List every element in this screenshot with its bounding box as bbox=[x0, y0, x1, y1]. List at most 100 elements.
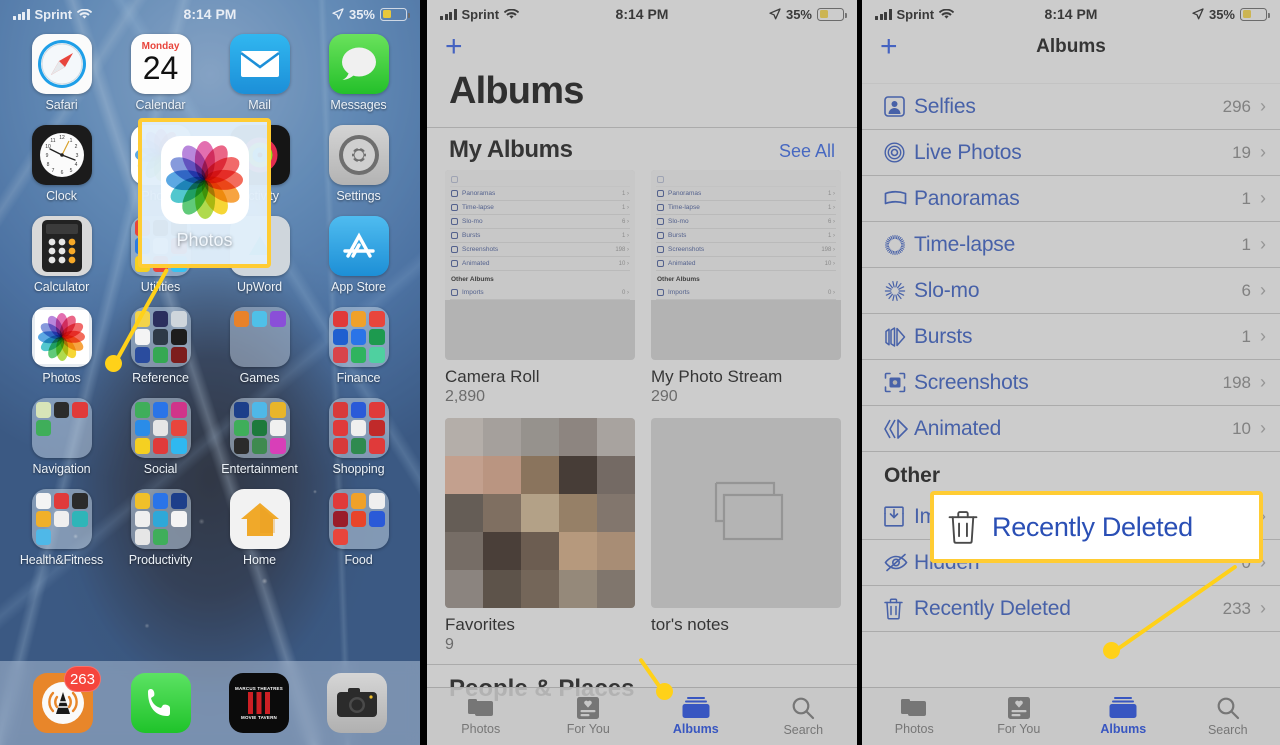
album-row-selfies[interactable]: Selfies 296 › bbox=[862, 84, 1280, 130]
mini-album-count: 198 › bbox=[821, 246, 835, 253]
mini-album-list-screenshot: Panoramas 1 › Time-lapse 1 › Slo-mo 6 › Bursts… bbox=[651, 170, 841, 300]
battery-percent-label: 35% bbox=[1208, 6, 1235, 22]
calendar-icon: Monday 24 bbox=[130, 34, 191, 94]
photos-album-list-panel: Sprint 8:14 PM 35% + Albums Selfies 296 … bbox=[862, 0, 1280, 745]
app-messages[interactable]: Messages bbox=[309, 34, 408, 112]
search-icon bbox=[1216, 696, 1240, 720]
my-albums-section-header: My Albums See All bbox=[427, 127, 857, 170]
album-row-slo-mo[interactable]: Slo-mo 6 › bbox=[862, 268, 1280, 314]
mini-album-name: Bursts bbox=[668, 232, 687, 239]
albums-icon bbox=[682, 697, 710, 719]
location-arrow-icon bbox=[1192, 8, 1204, 20]
dock-app-camera[interactable] bbox=[327, 673, 387, 733]
album-row-live-photos[interactable]: Live Photos 19 › bbox=[862, 130, 1280, 176]
live-photos-icon bbox=[884, 142, 914, 163]
tab-search[interactable]: Search bbox=[750, 688, 858, 745]
album-row-bursts[interactable]: Bursts 1 › bbox=[862, 314, 1280, 360]
app-folder-shopping[interactable]: Shopping bbox=[309, 398, 408, 476]
photo-stream-placeholder-icon bbox=[651, 418, 841, 608]
tab-photos[interactable]: Photos bbox=[427, 688, 535, 745]
mini-album-count: 198 › bbox=[615, 246, 629, 253]
other-section-header: Other bbox=[884, 464, 941, 487]
dock-app-phone[interactable] bbox=[131, 673, 191, 733]
safari-icon bbox=[31, 34, 92, 94]
mini-album-name: Panoramas bbox=[668, 190, 702, 197]
nav-bar: + bbox=[427, 28, 857, 62]
album-name: Camera Roll bbox=[445, 367, 540, 386]
app-label: App Store bbox=[331, 280, 386, 294]
mini-album-icon bbox=[657, 204, 664, 211]
mini-album-row: Slo-mo 6 › bbox=[656, 215, 836, 229]
mini-album-icon bbox=[451, 232, 458, 239]
mini-album-name: Time-lapse bbox=[668, 204, 700, 211]
mini-album-row: Imports 0 › bbox=[656, 286, 836, 300]
album-row-screenshots[interactable]: Screenshots 198 › bbox=[862, 360, 1280, 406]
mini-album-count: 6 › bbox=[827, 218, 835, 225]
album-thumbnail bbox=[651, 418, 841, 608]
app-settings[interactable]: Settings bbox=[309, 125, 408, 203]
album-count: 296 bbox=[1222, 96, 1251, 116]
location-arrow-icon bbox=[332, 8, 344, 20]
app-folder-games[interactable]: Games bbox=[210, 307, 309, 385]
album-row-time-lapse[interactable]: Time-lapse 1 › bbox=[862, 222, 1280, 268]
album-row-panoramas[interactable]: Panoramas 1 › bbox=[862, 176, 1280, 222]
messages-icon bbox=[328, 34, 389, 94]
dock-app-scanner[interactable]: 263 bbox=[33, 666, 101, 733]
tab-for-you[interactable]: For You bbox=[535, 688, 643, 745]
tab-search[interactable]: Search bbox=[1176, 688, 1280, 745]
app-label: Calendar bbox=[135, 98, 186, 112]
album-name: tor's notes bbox=[651, 615, 729, 634]
tab-albums[interactable]: Albums bbox=[1071, 688, 1176, 745]
album-count: 19 bbox=[1232, 142, 1251, 162]
nav-bar: + Albums bbox=[862, 28, 1280, 64]
app-folder-entertainment[interactable]: Entertainment bbox=[210, 398, 309, 476]
callout-label: Recently Deleted bbox=[992, 511, 1193, 542]
tab-photos[interactable]: Photos bbox=[862, 688, 967, 745]
app-folder-productivity[interactable]: Productivity bbox=[111, 489, 210, 567]
mini-album-row: Time-lapse 1 › bbox=[656, 201, 836, 215]
mini-album-row: Animated 10 › bbox=[450, 257, 630, 271]
screenshots-icon bbox=[884, 372, 914, 393]
tab-label: Search bbox=[1207, 723, 1248, 737]
app-folder-food[interactable]: Food bbox=[309, 489, 408, 567]
app-safari[interactable]: Safari bbox=[12, 34, 111, 112]
app-clock[interactable]: 12 3 6 9 12 45 7 8 10 11 Clock bbox=[12, 125, 111, 203]
album-count: 9 bbox=[445, 636, 454, 653]
list-row-partial bbox=[862, 64, 1280, 84]
calendar-date: 24 bbox=[142, 50, 179, 87]
mini-album-icon bbox=[451, 246, 458, 253]
album-card[interactable]: Panoramas 1 › Time-lapse 1 › Slo-mo 6 › Bursts… bbox=[651, 170, 841, 406]
mini-album-count: 1 › bbox=[827, 232, 835, 239]
app-folder-finance[interactable]: Finance bbox=[309, 307, 408, 385]
battery-percent-label: 35% bbox=[785, 6, 812, 22]
app-calculator[interactable]: Calculator bbox=[12, 216, 111, 294]
app-app-store[interactable]: App Store bbox=[309, 216, 408, 294]
add-album-button[interactable]: + bbox=[445, 30, 463, 63]
app-mail[interactable]: Mail bbox=[210, 34, 309, 112]
album-card[interactable]: Favorites 9 bbox=[445, 418, 635, 654]
app-calendar[interactable]: Monday 24 Calendar bbox=[111, 34, 210, 112]
callout-label: Photos bbox=[176, 229, 233, 250]
app-folder-health[interactable]: Health&Fitness bbox=[12, 489, 111, 567]
app-folder-navigation[interactable]: Navigation bbox=[12, 398, 111, 476]
dock-app-marcus-theatres[interactable]: MARCUS THEATRES MOVIE TAVERN bbox=[229, 673, 289, 733]
app-photos-2[interactable]: Photos bbox=[12, 307, 111, 385]
app-folder-social[interactable]: Social bbox=[111, 398, 210, 476]
selfies-icon bbox=[884, 96, 914, 117]
album-row-animated[interactable]: Animated 10 › bbox=[862, 406, 1280, 452]
mini-album-name: Animated bbox=[668, 260, 696, 267]
tab-label: Photos bbox=[461, 722, 501, 736]
search-icon bbox=[791, 696, 815, 720]
album-card[interactable]: tor's notes bbox=[651, 418, 841, 654]
status-bar: Sprint 8:14 PM 35% bbox=[0, 0, 420, 28]
app-home[interactable]: Home bbox=[210, 489, 309, 567]
tab-for-you[interactable]: For You bbox=[967, 688, 1072, 745]
album-row-recently-deleted[interactable]: Recently Deleted 233 › bbox=[862, 586, 1280, 632]
folder-icon bbox=[328, 398, 389, 458]
see-all-link[interactable]: See All bbox=[779, 141, 835, 162]
album-card[interactable]: Panoramas 1 › Time-lapse 1 › Slo-mo 6 › Bursts… bbox=[445, 170, 635, 406]
folder-icon bbox=[31, 489, 92, 549]
album-grid-row-2: Favorites 9 tor's notes bbox=[427, 418, 857, 654]
battery-icon bbox=[817, 7, 847, 21]
folder-icon bbox=[229, 307, 290, 367]
